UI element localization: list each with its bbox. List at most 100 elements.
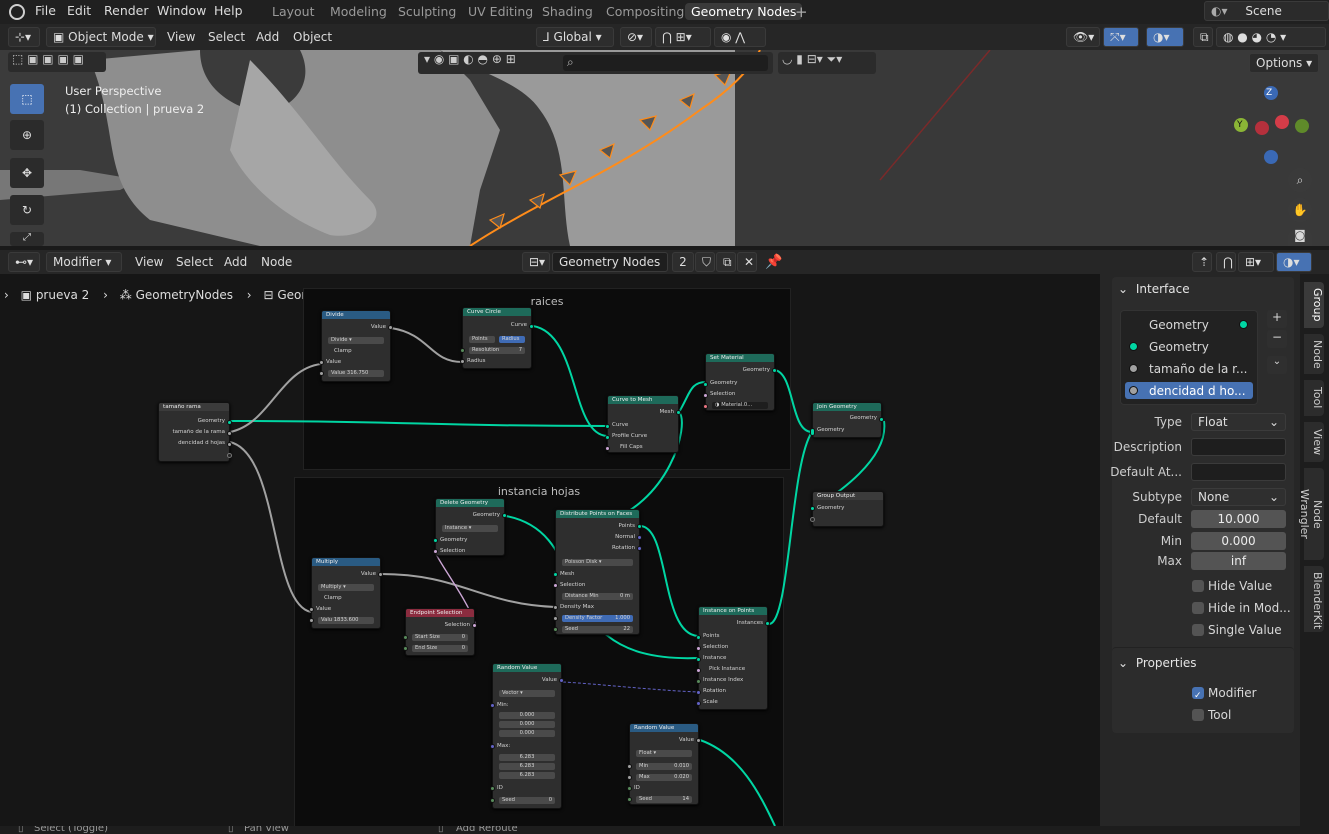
viewport-menu-view[interactable]: View xyxy=(167,30,195,44)
node-multiply[interactable]: Multiply Value Multiply ▾ Clamp Value Va… xyxy=(309,557,383,629)
node-set-material[interactable]: Set Material Geometry Geometry Selection… xyxy=(703,353,777,411)
divide-value-field[interactable]: Value 316.750 xyxy=(328,370,384,377)
curve-circle-resolution-field[interactable]: Resolution 7 xyxy=(469,347,525,354)
menu-file[interactable]: File xyxy=(35,3,56,18)
tab-geometry-nodes[interactable]: Geometry Nodes xyxy=(685,3,803,20)
curve-circle-mode-radius[interactable]: Radius xyxy=(499,336,525,343)
curve-circle-socket-radius[interactable] xyxy=(460,359,465,364)
randflt-seed-field[interactable]: Seed 14 xyxy=(636,796,692,803)
select-mode-buttons[interactable]: ⬚ ▣ ▣ ▣ ▣ xyxy=(8,52,106,72)
setmat-material-field[interactable]: ◑ Material.0... xyxy=(712,402,768,409)
filter-options[interactable]: ◡ ▮ ⊟▾ ⏷▾ xyxy=(778,52,876,74)
multiply-socket-in2[interactable] xyxy=(309,618,314,623)
proportional-editing[interactable]: ◉ ⋀ xyxy=(714,27,766,47)
divide-clamp-label[interactable]: Clamp xyxy=(326,348,386,355)
randvec-min-x[interactable]: 0.000 xyxy=(499,712,555,719)
group-output-socket-in[interactable] xyxy=(810,506,815,511)
endpoint-socket-end[interactable] xyxy=(403,646,408,651)
node-tree-name[interactable]: Geometry Nodes xyxy=(552,252,668,272)
group-output-socket-empty[interactable] xyxy=(810,517,815,522)
randvec-min-z[interactable]: 0.000 xyxy=(499,730,555,737)
tab-group[interactable]: Group xyxy=(1304,282,1324,328)
subtype-dropdown[interactable]: None ⌄ xyxy=(1191,488,1286,506)
rotate-tool[interactable]: ↻ xyxy=(10,195,44,225)
socket-out-empty[interactable] xyxy=(227,453,232,458)
viewport-menu-select[interactable]: Select xyxy=(208,30,245,44)
endpoint-socket-out[interactable] xyxy=(472,623,477,628)
multiply-value-field[interactable]: Valu 1833.600 xyxy=(318,617,374,624)
hide-in-mod-checkbox[interactable] xyxy=(1192,602,1204,614)
dist-socket-seed[interactable] xyxy=(553,627,558,632)
dist-dmin-field[interactable]: Distance Min 0 m xyxy=(562,593,633,600)
node-canvas[interactable]: › ▣ prueva 2 › ⁂ GeometryNodes › ⊟ Geome… xyxy=(0,274,1100,826)
divide-socket-out[interactable] xyxy=(388,325,393,330)
viewport-menu-add[interactable]: Add xyxy=(256,30,279,44)
divide-op-dropdown[interactable]: Divide ▾ xyxy=(328,337,384,344)
endpoint-end-field[interactable]: End Size 0 xyxy=(412,645,468,652)
randvec-socket-id[interactable] xyxy=(490,786,495,791)
3d-viewport[interactable]: Z Y User Perspective (1) Collection | pr… xyxy=(0,50,1329,246)
type-dropdown[interactable]: Float ⌄ xyxy=(1191,413,1286,431)
join-socket-in[interactable] xyxy=(810,428,815,436)
tab-tool[interactable]: Tool xyxy=(1304,380,1324,416)
node-curve-circle[interactable]: Curve Circle Curve Points Radius Resolut… xyxy=(460,307,534,369)
ctm-socket-profile[interactable] xyxy=(605,435,610,440)
tool-checkbox[interactable] xyxy=(1192,709,1204,721)
blender-logo-icon[interactable] xyxy=(9,4,25,20)
delgeo-socket-geometry[interactable] xyxy=(433,538,438,543)
node-join-geometry[interactable]: Join Geometry Geometry Geometry xyxy=(810,402,884,438)
view-filter-bar[interactable]: ▾ ◉ ▣ ◐ ◓ ⊕ ⊞ ⌕ xyxy=(418,52,773,74)
node-menu-select[interactable]: Select xyxy=(176,255,213,269)
tab-uv-editing[interactable]: UV Editing xyxy=(468,4,533,19)
unlink-button[interactable]: ✕ xyxy=(737,252,757,272)
divide-socket-in2[interactable] xyxy=(319,371,324,376)
iop-socket-selection[interactable] xyxy=(696,646,701,651)
gizmo-z-label[interactable]: Z xyxy=(1266,88,1272,98)
randvec-socket-out[interactable] xyxy=(559,678,564,683)
randvec-socket-min[interactable] xyxy=(490,703,495,708)
remove-item-button[interactable]: − xyxy=(1267,330,1287,348)
setmat-socket-geometry[interactable] xyxy=(703,382,708,387)
options-button[interactable]: Options ▾ xyxy=(1249,53,1319,73)
description-input[interactable] xyxy=(1191,438,1286,456)
item-menu-button[interactable]: ⌄ xyxy=(1267,356,1287,374)
single-value-checkbox[interactable] xyxy=(1192,624,1204,636)
node-endpoint-selection[interactable]: Endpoint Selection Selection Start Size 0… xyxy=(403,608,477,656)
socket-out-tamano[interactable] xyxy=(227,431,232,436)
node-menu-add[interactable]: Add xyxy=(224,255,247,269)
interface-item-tamano[interactable]: tamaño de la r... xyxy=(1149,362,1247,376)
randflt-min-field[interactable]: Min 0.010 xyxy=(636,763,692,770)
randvec-max-y[interactable]: 6.283 xyxy=(499,763,555,770)
randvec-socket-max[interactable] xyxy=(490,744,495,749)
tab-node-wrangler[interactable]: Node Wrangler xyxy=(1298,468,1324,560)
ctm-socket-curve[interactable] xyxy=(605,424,610,429)
duplicate-button[interactable]: ⧉ xyxy=(716,252,736,272)
interface-item-input-geometry[interactable]: Geometry xyxy=(1149,340,1209,354)
tab-sculpting[interactable]: Sculpting xyxy=(398,4,456,19)
endpoint-socket-start[interactable] xyxy=(403,635,408,640)
viewport-menu-object[interactable]: Object xyxy=(293,30,332,44)
snapping[interactable]: ⋂ ⊞▾ xyxy=(655,27,711,47)
menu-render[interactable]: Render xyxy=(104,3,149,18)
node-divide[interactable]: Divide Value Divide ▾ Clamp Value Value … xyxy=(319,310,393,382)
node-overlay-toggle[interactable]: ◑▾ xyxy=(1276,252,1312,272)
delgeo-socket-selection[interactable] xyxy=(433,549,438,554)
mode-selector[interactable]: ▣ Object Mode ▾ xyxy=(46,27,156,47)
dist-mode-dropdown[interactable]: Poisson Disk ▾ xyxy=(562,559,633,566)
default-attr-input[interactable] xyxy=(1191,463,1286,481)
dist-dfac-field[interactable]: Density Factor 1.000 xyxy=(562,615,633,622)
randflt-type-dropdown[interactable]: Float ▾ xyxy=(636,750,692,757)
editor-type-node[interactable]: ⊷▾ xyxy=(8,252,40,272)
node-curve-to-mesh[interactable]: Curve to Mesh Mesh Curve Profile Curve F… xyxy=(605,395,681,453)
randflt-socket-out[interactable] xyxy=(696,738,701,743)
randflt-socket-seed[interactable] xyxy=(627,797,632,802)
gizmo-toggle[interactable]: ⤧▾ xyxy=(1103,27,1139,47)
dist-socket-mesh[interactable] xyxy=(553,572,558,577)
interface-panel-header[interactable]: ⌄ Interface xyxy=(1118,282,1190,296)
xray-toggle[interactable]: ⧉ xyxy=(1193,27,1213,47)
randflt-max-field[interactable]: Max 0.020 xyxy=(636,774,692,781)
dist-socket-normal[interactable] xyxy=(637,535,642,540)
users-count[interactable]: 2 xyxy=(672,252,694,272)
editor-type-viewport[interactable]: ⊹▾ xyxy=(8,27,40,47)
multiply-clamp-label[interactable]: Clamp xyxy=(316,595,376,602)
